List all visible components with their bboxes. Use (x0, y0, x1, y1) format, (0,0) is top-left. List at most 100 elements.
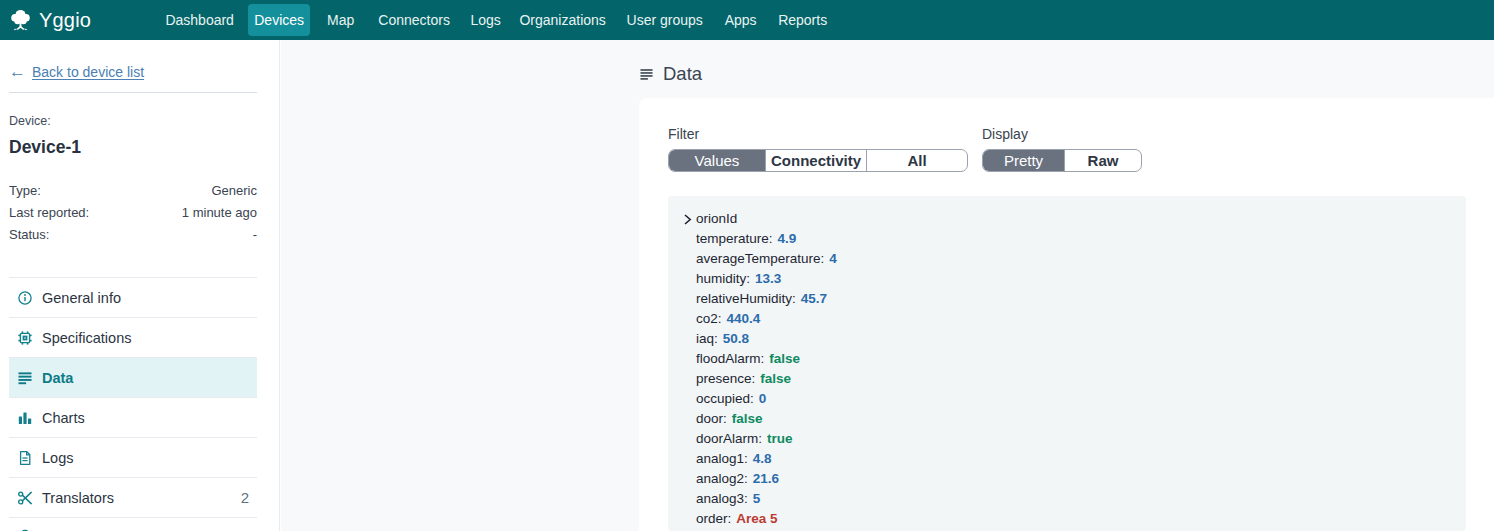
sidebar-item-charts[interactable]: Charts (9, 397, 257, 437)
yggio-tree-icon (8, 8, 33, 33)
json-key: temperature (696, 231, 773, 246)
json-key: co2 (696, 311, 722, 326)
main-content: Data Filter Values Connectivity All Disp… (281, 40, 1494, 531)
nav-item-user-groups[interactable]: User groups (619, 4, 710, 36)
json-row-floodAlarm: floodAlarmfalse (683, 349, 1454, 369)
nav-item-dashboard[interactable]: Dashboard (159, 4, 240, 36)
filter-option-all[interactable]: All (866, 150, 967, 171)
json-row-occupied: occupied 0 (683, 389, 1454, 409)
chevron-right-icon (683, 214, 692, 225)
top-navbar: Yggio Dashboard Devices Map Connectors L… (0, 0, 1494, 40)
json-key: presence (696, 371, 755, 386)
detail-row-type: Type: Generic (9, 180, 257, 202)
json-value: false (732, 411, 763, 426)
brand-name: Yggio (39, 9, 91, 32)
json-row-averageTemperature: averageTemperature4 (683, 249, 1454, 269)
json-row-humidity: humidity13.3 (683, 269, 1454, 289)
sidebar-item-logs[interactable]: Logs (9, 437, 257, 477)
nav-item-organizations[interactable]: Organizations (514, 4, 611, 36)
top-nav-menu: Dashboard Devices Map Connectors Logs Or… (159, 0, 834, 40)
detail-label: Type: (9, 180, 41, 202)
nav-item-reports[interactable]: Reports (771, 4, 834, 36)
back-arrow-icon: ← (9, 62, 26, 82)
json-row-iaq: iaq 50.8 (683, 329, 1454, 349)
nav-item-apps[interactable]: Apps (718, 4, 763, 36)
json-value: 45.7 (801, 291, 827, 306)
json-row-door: door false (683, 409, 1454, 429)
json-row-order: order Area 5 (683, 509, 1454, 529)
json-key: analog3 (696, 491, 748, 506)
info-icon (18, 291, 32, 305)
device-sidebar: ← Back to device list Device: Device-1 T… (0, 40, 280, 531)
filter-option-values[interactable]: Values (669, 150, 765, 171)
scissors-icon (18, 491, 32, 505)
json-row-analog1: analog1 4.8 (683, 449, 1454, 469)
brand-logo[interactable]: Yggio (8, 8, 91, 33)
json-key: occupied (696, 391, 754, 406)
json-value: 5 (753, 491, 761, 506)
json-key: doorAlarm (696, 431, 762, 446)
json-key: averageTemperature (696, 251, 824, 266)
device-name: Device-1 (9, 137, 257, 158)
json-value: false (769, 351, 800, 366)
json-row-analog2: analog2 21.6 (683, 469, 1454, 489)
sidebar-item-general-info[interactable]: General info (9, 277, 257, 317)
json-key: analog2 (696, 471, 748, 486)
json-key: order (696, 511, 731, 526)
detail-value: 1 minute ago (182, 202, 257, 224)
json-value: Area 5 (736, 511, 777, 526)
json-value: true (767, 431, 793, 446)
filter-label: Filter (668, 127, 968, 142)
json-value: 4.8 (753, 451, 772, 466)
data-lines-icon (640, 68, 653, 81)
nav-item-logs[interactable]: Logs (465, 4, 506, 36)
detail-row-status: Status: - (9, 224, 257, 246)
sidebar-divider (9, 92, 257, 93)
chip-icon (18, 331, 32, 345)
json-row-analog3: analog3 5 (683, 489, 1454, 509)
translators-count-badge: 2 (241, 489, 249, 506)
device-label: Device: (9, 114, 257, 128)
page-title: Data (640, 64, 702, 84)
json-value: 0 (759, 391, 767, 406)
bar-chart-icon (18, 411, 32, 425)
filter-segmented-control: Values Connectivity All (668, 149, 968, 172)
json-key: orionId (696, 211, 737, 226)
json-row-temperature: temperature4.9 (683, 229, 1454, 249)
json-key: iaq (696, 331, 718, 346)
json-key: analog1 (696, 451, 748, 466)
sidebar-item-data[interactable]: Data (9, 357, 257, 397)
display-option-raw[interactable]: Raw (1064, 150, 1141, 171)
json-row-orionId[interactable]: orionId (683, 209, 1454, 229)
nav-item-devices[interactable]: Devices (248, 4, 310, 36)
document-icon (18, 451, 32, 465)
detail-label: Status: (9, 224, 49, 246)
data-lines-icon (18, 371, 32, 385)
json-data-panel: orionId temperature4.9 averageTemperatur… (668, 196, 1466, 531)
sidebar-item-partial[interactable] (9, 517, 257, 531)
json-row-relativeHumidity: relativeHumidity 45.7 (683, 289, 1454, 309)
detail-value: Generic (211, 180, 257, 202)
json-row-doorAlarm: doorAlarm true (683, 429, 1454, 449)
json-key: door (696, 411, 727, 426)
detail-value: - (253, 224, 257, 246)
sidebar-item-translators[interactable]: Translators 2 (9, 477, 257, 517)
nav-item-connectors[interactable]: Connectors (371, 4, 457, 36)
json-key: relativeHumidity (696, 291, 796, 306)
filter-option-connectivity[interactable]: Connectivity (765, 150, 866, 171)
json-value: 440.4 (727, 311, 761, 326)
filter-group: Filter Values Connectivity All (668, 127, 968, 172)
detail-label: Last reported: (9, 202, 89, 224)
display-group: Display Pretty Raw (982, 127, 1142, 172)
display-label: Display (982, 127, 1142, 142)
nav-item-map[interactable]: Map (318, 4, 363, 36)
display-option-pretty[interactable]: Pretty (983, 150, 1064, 171)
sidebar-item-specifications[interactable]: Specifications (9, 317, 257, 357)
json-value: 50.8 (723, 331, 749, 346)
controls-row: Filter Values Connectivity All Display P… (668, 127, 1466, 172)
sidebar-menu: General info Specifications (0, 277, 279, 531)
data-card: Filter Values Connectivity All Display P… (639, 98, 1494, 531)
json-value: 21.6 (753, 471, 779, 486)
back-to-device-list-link[interactable]: ← Back to device list (9, 62, 257, 82)
json-row-co2: co2 440.4 (683, 309, 1454, 329)
